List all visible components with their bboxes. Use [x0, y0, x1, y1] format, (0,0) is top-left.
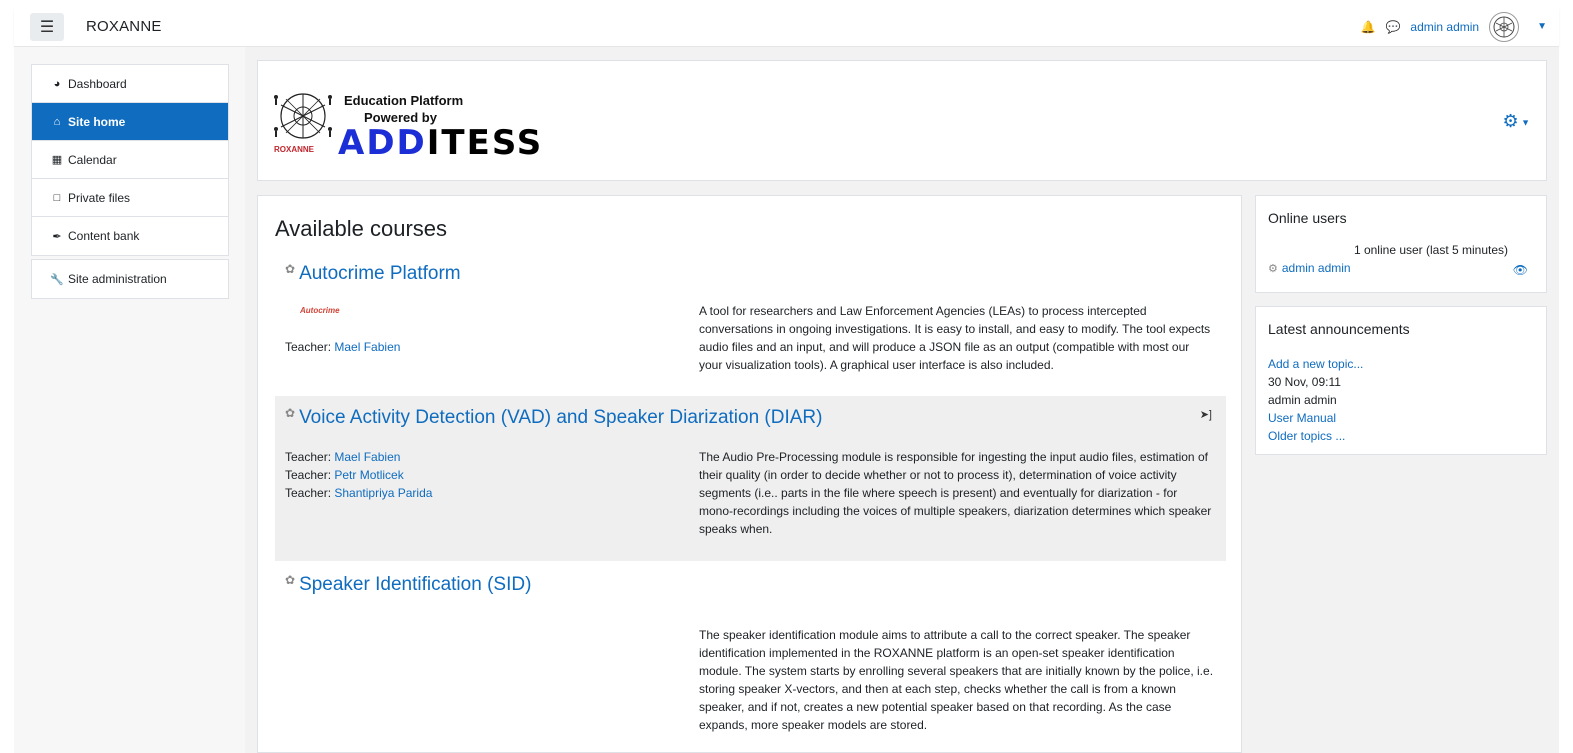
sidebar-item-dashboard[interactable]: ◕ Dashboard [32, 65, 228, 103]
sidebar-item-label: Private files [68, 190, 131, 205]
course-item: ✿ Voice Activity Detection (VAD) and Spea… [275, 396, 1226, 561]
page-header: Education Platform Powered by ADDITESS R… [257, 60, 1547, 181]
teacher-row: Teacher: Mael Fabien [285, 340, 401, 354]
course-icon: ✿ [285, 573, 296, 587]
teacher-row: Teacher: Shantipriya Parida [285, 486, 433, 500]
course-title-link[interactable]: ✿ Autocrime Platform [285, 262, 461, 285]
top-navbar: ☰ ROXANNE 🔔 💬 admin admin ▼ [14, 7, 1559, 47]
post-date: 30 Nov, 09:11 [1268, 375, 1341, 389]
chevron-down-icon: ▼ [1518, 117, 1530, 128]
user-icon: ⚙ [1268, 263, 1278, 275]
older-topics-link[interactable]: Older topics ... [1268, 429, 1345, 443]
avatar[interactable] [1489, 11, 1520, 42]
teacher-row: Teacher: Petr Motlicek [285, 468, 404, 482]
available-courses-region: Available courses ✿ Autocrime Platform Au… [257, 195, 1242, 753]
course-icon: ✿ [285, 406, 296, 420]
teacher-link[interactable]: Mael Fabien [334, 340, 400, 354]
sidebar-item-label: Site administration [68, 272, 167, 286]
post-author: admin admin [1268, 393, 1337, 407]
sidebar-item-content-bank[interactable]: ✒ Content bank [32, 217, 228, 255]
sidebar-item-site-administration[interactable]: 🔧 Site administration [32, 260, 228, 298]
wrench-icon: 🔧 [50, 273, 64, 286]
post-title-link[interactable]: User Manual [1268, 411, 1336, 425]
course-title-link[interactable]: ✿ Voice Activity Detection (VAD) and Spea… [285, 406, 822, 429]
sidebar-item-label: Calendar [68, 152, 117, 167]
sidebar-item-label: Site home [68, 114, 126, 129]
sidebar-admin-nav: 🔧 Site administration [31, 259, 229, 299]
block-title: Latest announcements [1268, 321, 1410, 337]
sidebar-item-site-home[interactable]: ⌂ Site home [32, 103, 228, 141]
course-item: ✿ Speaker Identification (SID) The speake… [275, 563, 1226, 752]
enrol-icon[interactable]: ➤] [1200, 408, 1212, 421]
file-icon: □ [53, 191, 61, 204]
course-teachers: Teacher: Mael Fabien [285, 338, 400, 356]
block-title: Online users [1268, 210, 1347, 226]
brush-icon: ✒ [52, 230, 62, 243]
announcements-block: Latest announcements Add a new topic... … [1255, 306, 1547, 455]
online-users-summary: 1 online user (last 5 minutes) [1353, 243, 1509, 257]
home-icon: ⌂ [53, 115, 61, 128]
site-logo[interactable]: Education Platform Powered by ADDITESS R… [272, 89, 541, 163]
chat-icon[interactable]: 💬 [1385, 20, 1400, 34]
course-title-link[interactable]: ✿ Speaker Identification (SID) [285, 573, 531, 596]
course-item: ✿ Autocrime Platform Autocrime Teacher: M… [275, 258, 1226, 394]
sidebar-item-calendar[interactable]: ▦ Calendar [32, 141, 228, 179]
teacher-link[interactable]: Mael Fabien [334, 450, 400, 464]
sidebar-main-nav: ◕ Dashboard ⌂ Site home ▦ Calendar □ Pri… [31, 64, 229, 256]
course-icon: ✿ [285, 262, 296, 276]
calendar-icon: ▦ [51, 154, 63, 166]
sidebar-item-label: Dashboard [68, 76, 127, 91]
dashboard-icon: ◕ [53, 77, 61, 90]
roxanne-logo-icon [1493, 16, 1515, 37]
add-topic-link[interactable]: Add a new topic... [1268, 357, 1363, 371]
teacher-row: Teacher: Mael Fabien [285, 450, 401, 464]
teacher-link[interactable]: Petr Motlicek [334, 468, 403, 482]
course-summary: The speaker identification module aims t… [699, 628, 1214, 732]
chevron-down-icon[interactable]: ▼ [1537, 21, 1547, 32]
course-image: Autocrime [300, 306, 340, 315]
eye-icon[interactable]: 👁 [1513, 263, 1528, 277]
page-title: Available courses [275, 216, 448, 241]
gear-icon: ⚙ [1502, 111, 1519, 131]
course-summary: A tool for researchers and Law Enforceme… [699, 304, 1211, 372]
logo-text-line1: Education Platform [344, 93, 464, 108]
menu-icon[interactable]: ☰ [30, 12, 64, 41]
logo-roxanne-text: ROXANNE [274, 145, 315, 154]
sidebar-item-label: Content bank [68, 229, 140, 243]
online-user-link[interactable]: ⚙ admin admin [1268, 261, 1351, 275]
course-summary: The Audio Pre-Processing module is respo… [699, 450, 1212, 536]
bell-icon[interactable]: 🔔 [1360, 20, 1375, 34]
teacher-link[interactable]: Shantipriya Parida [334, 486, 432, 500]
online-users-block: Online users 1 online user (last 5 minut… [1255, 195, 1547, 293]
sidebar-item-private-files[interactable]: □ Private files [32, 179, 228, 217]
roxanne-logo-icon [274, 93, 332, 139]
user-name[interactable]: admin admin [1410, 20, 1479, 34]
announcements-list: Add a new topic... 30 Nov, 09:11 admin a… [1268, 355, 1363, 445]
site-brand[interactable]: ROXANNE [86, 18, 162, 35]
course-teachers: Teacher: Mael Fabien Teacher: Petr Motli… [285, 448, 432, 502]
logo-wordmark: ADDITESS [338, 123, 544, 163]
user-menu-area: 🔔 💬 admin admin ▼ [1360, 11, 1547, 42]
settings-menu[interactable]: ⚙ ▼ [1502, 111, 1530, 132]
